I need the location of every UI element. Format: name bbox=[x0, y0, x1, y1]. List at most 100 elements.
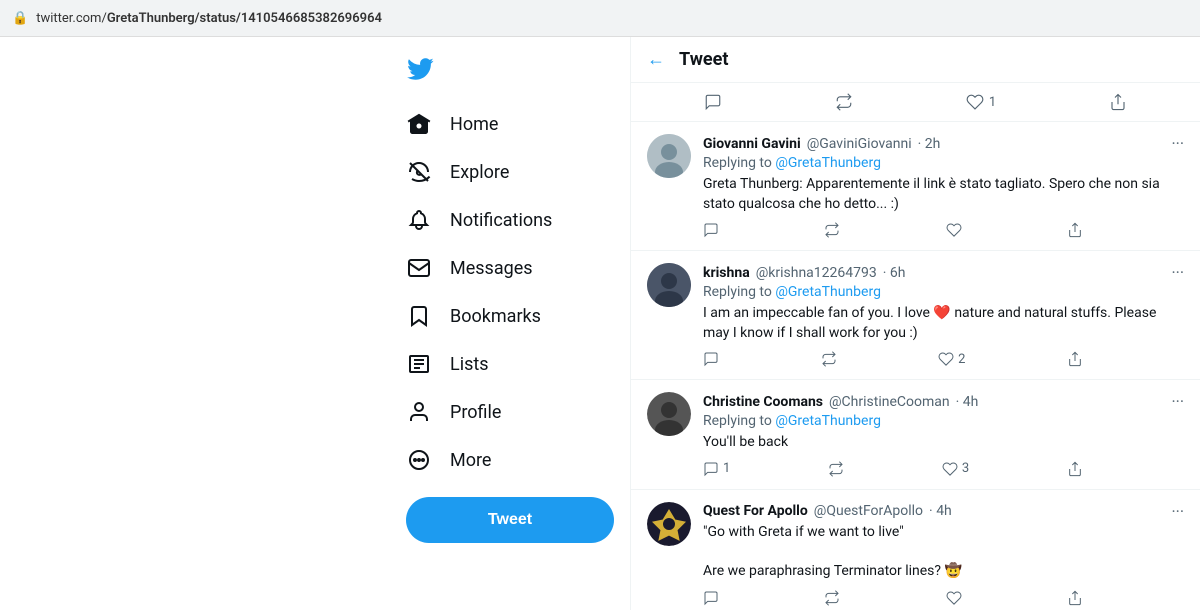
retweet-action[interactable] bbox=[824, 590, 840, 606]
user-name[interactable]: Giovanni Gavini bbox=[703, 136, 801, 152]
reply-action[interactable] bbox=[703, 590, 719, 606]
sidebar-item-messages[interactable]: Messages bbox=[390, 245, 630, 291]
tweet-actions bbox=[703, 590, 1083, 606]
notifications-icon bbox=[406, 207, 432, 233]
tweet-meta: Christine Coomans @ChristineCooman · 4h … bbox=[703, 392, 1184, 411]
like-count: 3 bbox=[962, 461, 969, 476]
tweet-meta: Giovanni Gavini @GaviniGiovanni · 2h ··· bbox=[703, 134, 1184, 153]
sidebar-item-home-label: Home bbox=[450, 114, 498, 135]
reply-to-handle[interactable]: @GretaThunberg bbox=[775, 155, 881, 171]
top-reply-action[interactable] bbox=[704, 93, 722, 111]
user-handle[interactable]: @krishna12264793 bbox=[756, 265, 877, 281]
tweet-more-button[interactable]: ··· bbox=[1171, 263, 1184, 282]
user-handle[interactable]: @ChristineCooman bbox=[829, 394, 950, 410]
reply-to-handle[interactable]: @GretaThunberg bbox=[775, 413, 881, 429]
tweet-panel-title: Tweet bbox=[679, 49, 728, 70]
reply-action[interactable]: 1 bbox=[703, 461, 730, 477]
sidebar-item-lists[interactable]: Lists bbox=[390, 341, 630, 387]
user-handle[interactable]: @QuestForApollo bbox=[814, 503, 923, 519]
top-share-action[interactable] bbox=[1109, 93, 1127, 111]
like-action[interactable] bbox=[946, 222, 962, 238]
tweet-item: krishna @krishna12264793 · 6h ··· Replyi… bbox=[631, 251, 1200, 380]
tweet-time: · 2h bbox=[918, 136, 941, 152]
retweet-action[interactable] bbox=[824, 222, 840, 238]
reply-action[interactable] bbox=[703, 222, 719, 238]
lock-icon: 🔒 bbox=[12, 11, 28, 26]
retweet-action[interactable] bbox=[828, 461, 844, 477]
sidebar-item-bookmarks[interactable]: Bookmarks bbox=[390, 293, 630, 339]
reply-to: Replying to @GretaThunberg bbox=[703, 284, 1184, 300]
reply-to: Replying to @GretaThunberg bbox=[703, 155, 1184, 171]
tweet-actions: 2 bbox=[703, 351, 1083, 367]
like-count: 2 bbox=[958, 352, 965, 367]
bookmarks-icon bbox=[406, 303, 432, 329]
like-action[interactable]: 3 bbox=[942, 461, 969, 477]
tweet-button[interactable]: Tweet bbox=[406, 497, 614, 543]
main-layout: Home Explore Notifications bbox=[0, 37, 1200, 610]
sidebar-item-profile[interactable]: Profile bbox=[390, 389, 630, 435]
user-name[interactable]: Quest For Apollo bbox=[703, 503, 808, 519]
sidebar-item-more-label: More bbox=[450, 450, 491, 471]
tweet-item: Giovanni Gavini @GaviniGiovanni · 2h ···… bbox=[631, 122, 1200, 251]
avatar bbox=[647, 392, 691, 436]
avatar bbox=[647, 263, 691, 307]
tweet-meta: Quest For Apollo @QuestForApollo · 4h ··… bbox=[703, 502, 1184, 521]
tweet-actions: 1 3 bbox=[703, 461, 1083, 477]
share-action[interactable] bbox=[1067, 461, 1083, 477]
user-name[interactable]: Christine Coomans bbox=[703, 394, 823, 410]
tweet-text: "Go with Greta if we want to live" Are w… bbox=[703, 523, 1184, 582]
reply-action[interactable] bbox=[703, 351, 719, 367]
more-icon bbox=[406, 447, 432, 473]
user-name[interactable]: krishna bbox=[703, 265, 750, 281]
twitter-logo[interactable] bbox=[390, 47, 630, 99]
reply-count: 1 bbox=[723, 461, 730, 476]
like-action[interactable] bbox=[946, 590, 962, 606]
reply-to-handle[interactable]: @GretaThunberg bbox=[775, 284, 881, 300]
home-icon bbox=[406, 111, 432, 137]
tweet-feed: 1 Gio bbox=[631, 83, 1200, 610]
user-handle[interactable]: @GaviniGiovanni bbox=[807, 136, 912, 152]
messages-icon bbox=[406, 255, 432, 281]
share-action[interactable] bbox=[1067, 590, 1083, 606]
sidebar-item-more[interactable]: More bbox=[390, 437, 630, 483]
top-like-count: 1 bbox=[989, 95, 996, 110]
back-button[interactable]: ← bbox=[647, 49, 665, 70]
top-retweet-action[interactable] bbox=[835, 93, 853, 111]
sidebar-item-bookmarks-label: Bookmarks bbox=[450, 306, 541, 327]
explore-icon bbox=[406, 159, 432, 185]
tweet-text: Greta Thunberg: Apparentemente il link è… bbox=[703, 175, 1184, 214]
tweet-text: I am an impeccable fan of you. I love ❤️… bbox=[703, 304, 1184, 343]
tweet-more-button[interactable]: ··· bbox=[1171, 134, 1184, 153]
tweet-item: Christine Coomans @ChristineCooman · 4h … bbox=[631, 380, 1200, 490]
share-action[interactable] bbox=[1067, 222, 1083, 238]
tweet-panel: ← Tweet bbox=[630, 37, 1200, 610]
sidebar: Home Explore Notifications bbox=[390, 37, 630, 610]
top-actions-bar: 1 bbox=[631, 83, 1200, 122]
tweet-time: · 4h bbox=[929, 503, 952, 519]
sidebar-item-home[interactable]: Home bbox=[390, 101, 630, 147]
avatar bbox=[647, 134, 691, 178]
top-like-action[interactable]: 1 bbox=[966, 93, 996, 111]
tweet-meta: krishna @krishna12264793 · 6h ··· bbox=[703, 263, 1184, 282]
tweet-more-button[interactable]: ··· bbox=[1171, 502, 1184, 521]
tweet-panel-header: ← Tweet bbox=[631, 37, 1200, 83]
browser-bar: 🔒 twitter.com/GretaThunberg/status/14105… bbox=[0, 0, 1200, 37]
sidebar-item-notifications-label: Notifications bbox=[450, 210, 552, 231]
sidebar-item-explore[interactable]: Explore bbox=[390, 149, 630, 195]
left-spacer bbox=[0, 37, 390, 610]
tweet-time: · 4h bbox=[956, 394, 979, 410]
retweet-action[interactable] bbox=[821, 351, 837, 367]
tweet-item: Quest For Apollo @QuestForApollo · 4h ··… bbox=[631, 490, 1200, 610]
share-action[interactable] bbox=[1067, 351, 1083, 367]
avatar bbox=[647, 502, 691, 546]
reply-to: Replying to @GretaThunberg bbox=[703, 413, 1184, 429]
tweet-time: · 6h bbox=[883, 265, 906, 281]
tweet-more-button[interactable]: ··· bbox=[1171, 392, 1184, 411]
sidebar-item-notifications[interactable]: Notifications bbox=[390, 197, 630, 243]
like-action[interactable]: 2 bbox=[938, 351, 965, 367]
sidebar-item-explore-label: Explore bbox=[450, 162, 509, 183]
sidebar-item-profile-label: Profile bbox=[450, 402, 501, 423]
profile-icon bbox=[406, 399, 432, 425]
sidebar-item-messages-label: Messages bbox=[450, 258, 533, 279]
browser-url: twitter.com/GretaThunberg/status/1410546… bbox=[36, 11, 382, 26]
